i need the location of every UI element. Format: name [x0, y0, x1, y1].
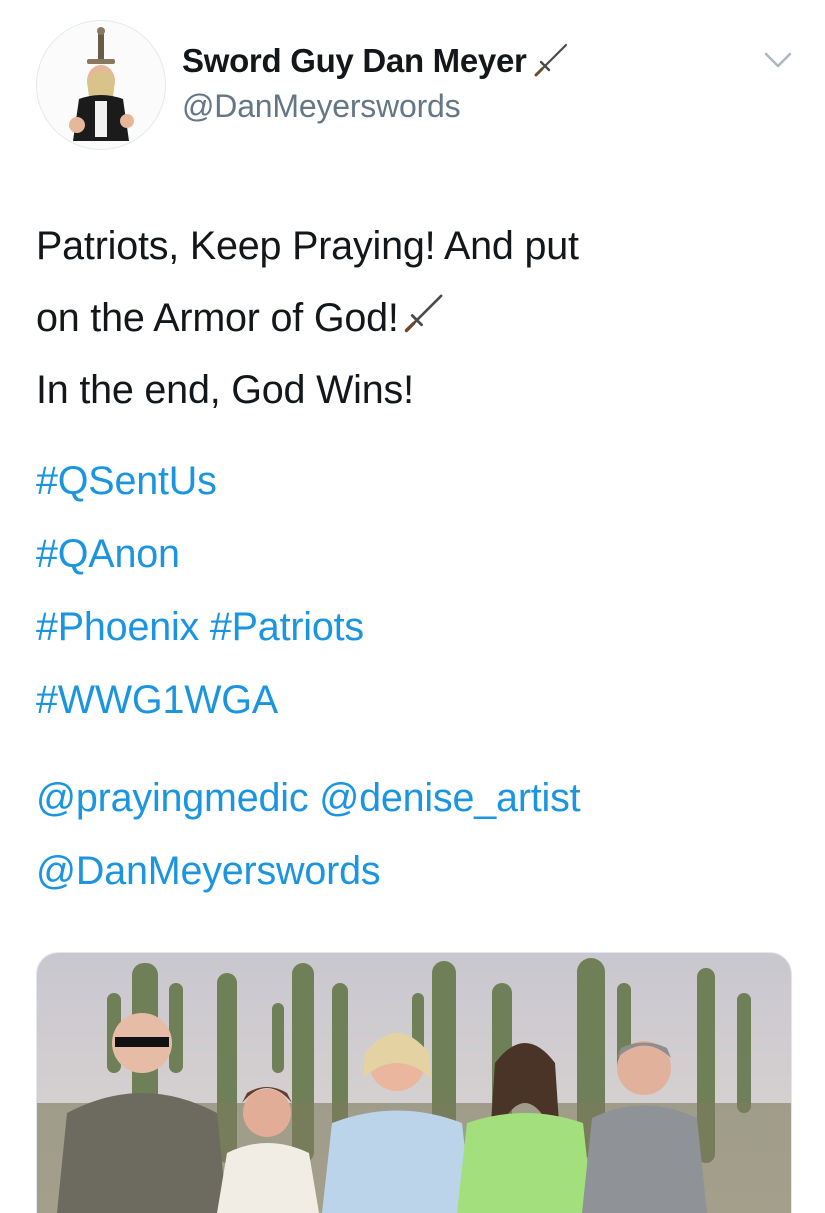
chevron-down-icon[interactable] [762, 48, 794, 72]
hashtag-link[interactable]: #QAnon [36, 518, 796, 591]
tweet-media-video[interactable] [36, 952, 792, 1213]
tweet-text-line: on the Armor of God! [36, 296, 399, 340]
tweet-text-line: Patriots, Keep Praying! And put [36, 224, 579, 268]
mention-link[interactable]: @prayingmedic @denise_artist [36, 762, 796, 835]
tweet-text: Patriots, Keep Praying! And put on the A… [36, 210, 796, 426]
tweet-text-line-with-icon: on the Armor of God! [36, 282, 796, 354]
avatar[interactable] [36, 20, 166, 150]
dagger-icon [403, 285, 447, 357]
hashtag-list: #QSentUs #QAnon #Phoenix #Patriots #WWG1… [36, 445, 796, 737]
hashtag-link[interactable]: #QSentUs [36, 445, 796, 518]
media-image [37, 953, 791, 1213]
hashtag-link[interactable]: #Phoenix #Patriots [36, 591, 796, 664]
avatar-image [37, 21, 165, 149]
hashtag-link[interactable]: #WWG1WGA [36, 664, 796, 737]
author-handle[interactable]: @DanMeyerswords [182, 88, 461, 125]
dagger-icon [533, 40, 571, 83]
mention-list: @prayingmedic @denise_artist @DanMeyersw… [36, 762, 796, 908]
mention-link[interactable]: @DanMeyerswords [36, 835, 796, 908]
tweet-text-line: In the end, God Wins! [36, 368, 414, 412]
author-name-row[interactable]: Sword Guy Dan Meyer [182, 36, 571, 86]
display-name[interactable]: Sword Guy Dan Meyer [182, 42, 527, 80]
